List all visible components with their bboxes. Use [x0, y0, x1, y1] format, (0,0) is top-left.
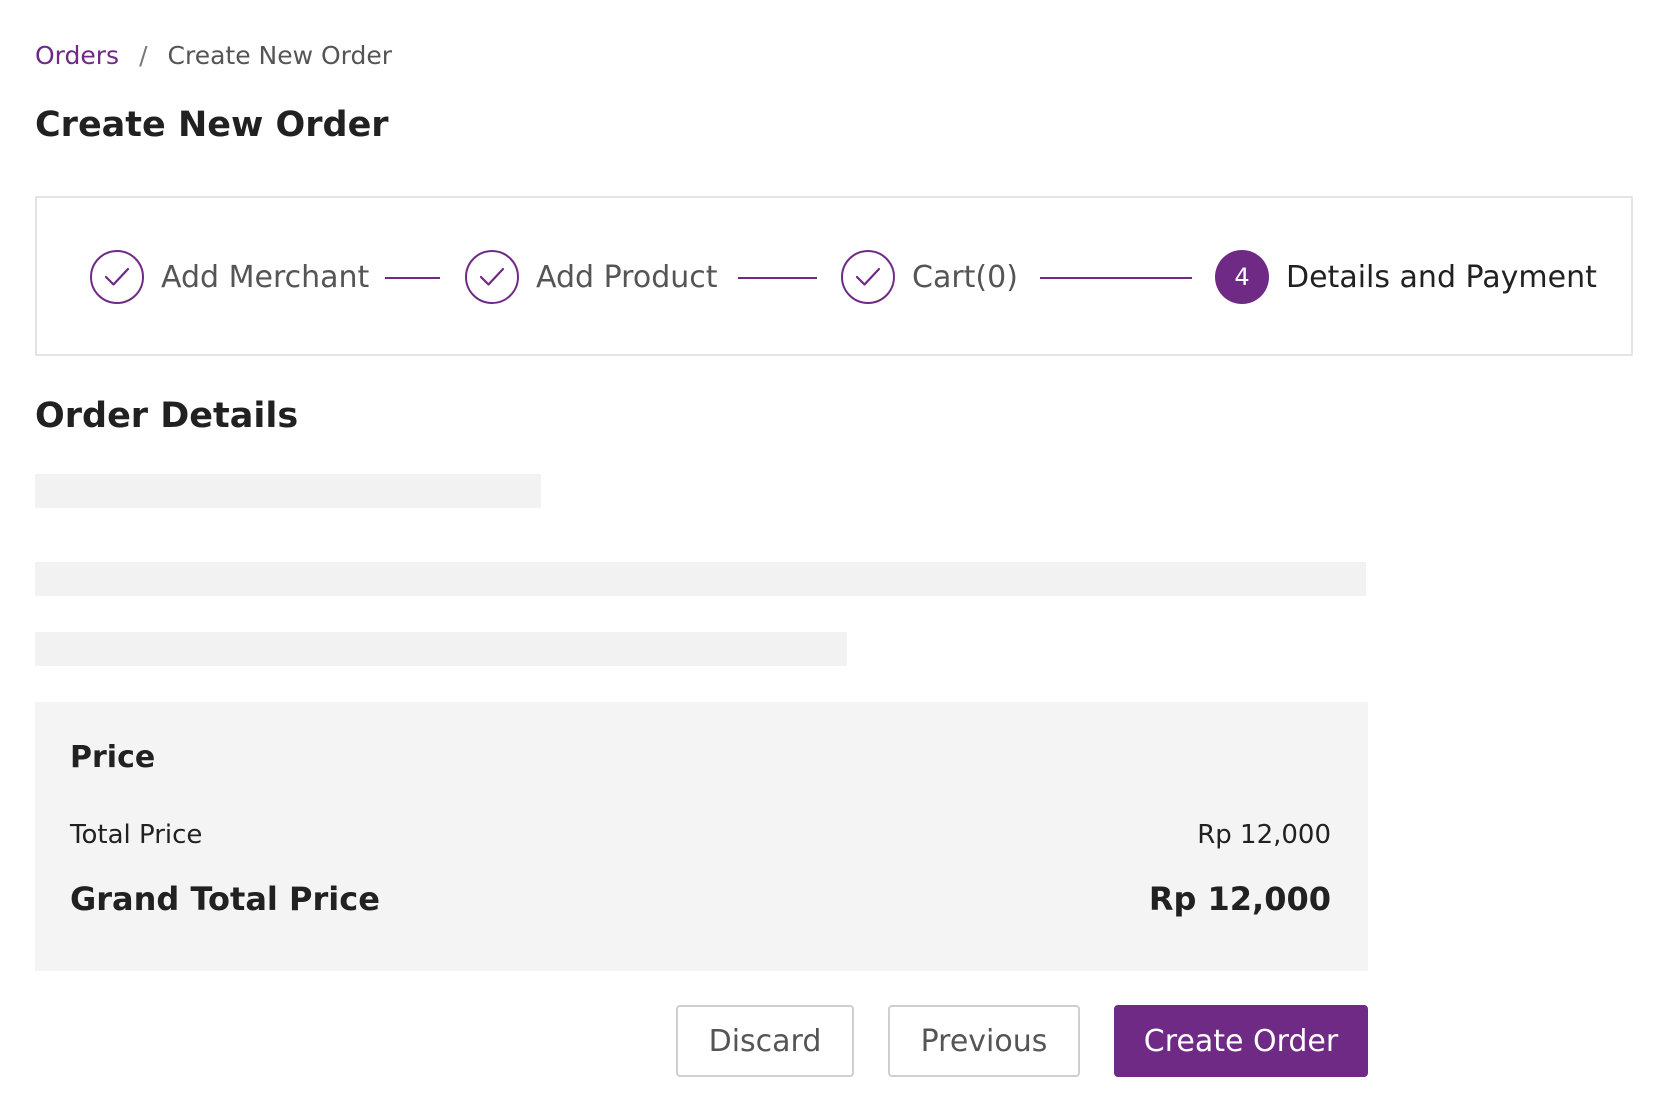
total-price-label: Total Price [70, 820, 203, 850]
step-connector [1040, 277, 1192, 279]
step-label: Add Merchant [161, 259, 370, 295]
discard-button[interactable]: Discard [676, 1005, 854, 1077]
price-heading: Price [70, 740, 156, 775]
step-label: Add Product [536, 259, 718, 295]
check-icon [465, 250, 519, 304]
step-label: Details and Payment [1286, 259, 1597, 295]
breadcrumb: Orders / Create New Order [35, 38, 392, 72]
order-details-title: Order Details [35, 396, 299, 436]
step-add-product[interactable]: Add Product [465, 250, 718, 304]
step-add-merchant[interactable]: Add Merchant [90, 250, 369, 304]
grand-total-label: Grand Total Price [70, 880, 380, 918]
page-title: Create New Order [35, 105, 389, 145]
breadcrumb-separator: / [139, 40, 148, 70]
loading-skeleton [35, 562, 1366, 596]
step-number-badge: 4 [1215, 250, 1269, 304]
step-cart[interactable]: Cart(0) [841, 250, 1018, 304]
step-connector [385, 277, 440, 279]
total-price-row: Total Price Rp 12,000 [70, 820, 1331, 850]
breadcrumb-current: Create New Order [167, 40, 393, 70]
order-stepper: Add Merchant Add Product Cart(0) 4 Detai… [35, 196, 1633, 356]
price-summary-panel: Price Total Price Rp 12,000 Grand Total … [35, 702, 1368, 971]
step-label: Cart(0) [912, 259, 1018, 295]
loading-skeleton [35, 474, 541, 508]
breadcrumb-orders-link[interactable]: Orders [35, 41, 119, 70]
loading-skeleton [35, 632, 847, 666]
step-details-and-payment[interactable]: 4 Details and Payment [1215, 250, 1597, 304]
step-connector [738, 277, 817, 279]
total-price-value: Rp 12,000 [1197, 820, 1331, 850]
check-icon [90, 250, 144, 304]
create-order-button[interactable]: Create Order [1114, 1005, 1368, 1077]
grand-total-value: Rp 12,000 [1148, 880, 1331, 918]
previous-button[interactable]: Previous [888, 1005, 1080, 1077]
check-icon [841, 250, 895, 304]
grand-total-row: Grand Total Price Rp 12,000 [70, 880, 1331, 918]
